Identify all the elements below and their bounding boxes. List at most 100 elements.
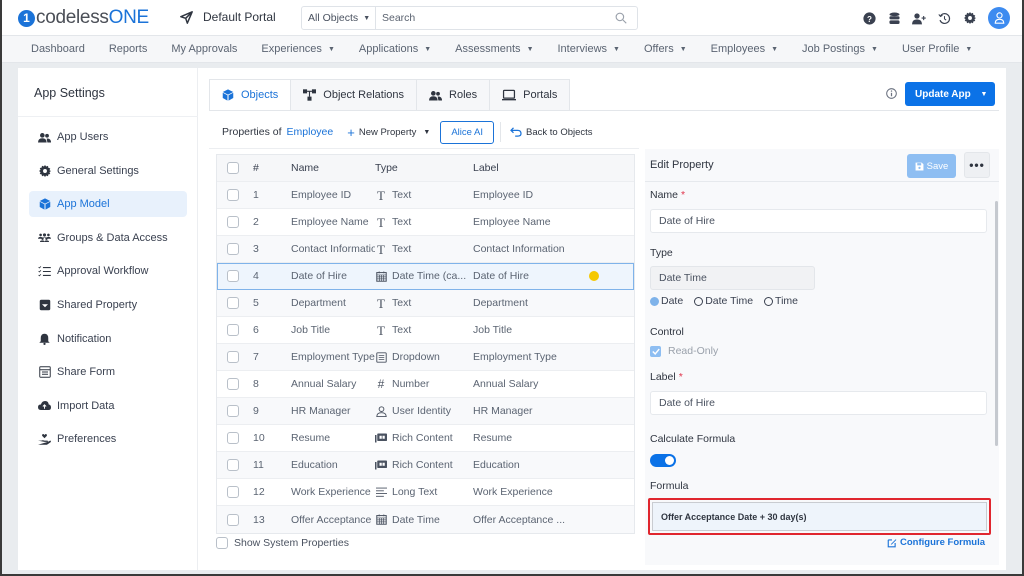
radio-button[interactable] [764,296,774,306]
tab-roles[interactable]: Roles [416,79,491,111]
row-type-label: Text [392,216,412,228]
row-checkbox[interactable] [227,378,239,390]
nav-item-my-approvals[interactable]: My Approvals [171,43,237,55]
row-checkbox[interactable] [227,513,239,526]
row-checkbox[interactable] [227,297,239,309]
gear-icon[interactable] [957,6,982,30]
row-checkbox[interactable] [227,216,239,228]
name-label-text: Name [650,189,679,201]
search-scope-dropdown[interactable]: All Objects ▼ [302,7,376,29]
sidebar-item-share-form[interactable]: Share Form [29,359,187,385]
portal-selector[interactable]: Default Portal [180,10,276,24]
nav-item-applications[interactable]: Applications ▼ [359,43,431,55]
formula-field[interactable]: Offer Acceptance Date + 30 day(s) [652,502,987,531]
sidebar-item-shared-property[interactable]: Shared Property [29,292,187,318]
radio-time[interactable]: Time [764,295,798,307]
sidebar-item-app-users[interactable]: App Users [29,124,187,150]
save-button[interactable]: Save [907,154,956,178]
new-property-button[interactable]: + New Property ▼ [347,125,430,140]
radio-date-time[interactable]: Date Time [694,295,753,307]
nav-item-offers[interactable]: Offers ▼ [644,43,687,55]
nav-item-assessments[interactable]: Assessments ▼ [455,43,533,55]
row-type: T Text [375,297,473,310]
table-row[interactable]: 1 Employee ID T Text Employee ID [217,182,634,209]
update-app-button[interactable]: Update App ▼ [905,82,995,106]
radio-button[interactable] [694,296,704,306]
sidebar-item-general-settings[interactable]: General Settings [29,158,187,184]
help-icon[interactable]: ? [857,6,882,30]
gear-icon [38,164,51,177]
caret-down-icon[interactable]: ▼ [973,91,995,98]
object-name-link[interactable]: Employee [287,126,334,138]
table-row[interactable]: 11 Education Rich Content Education [217,452,634,479]
more-options-button[interactable]: ••• [964,152,990,178]
row-checkbox[interactable] [227,459,239,471]
row-number: 9 [253,405,259,417]
sidebar-item-groups-and-data-access[interactable]: Groups & Data Access [29,225,187,251]
label-input[interactable] [650,391,987,415]
column-header-name[interactable]: Name [277,162,375,174]
row-type-label: Date Time [392,513,440,526]
row-type-label: Rich Content [392,432,453,444]
tab-objects[interactable]: Objects [209,79,292,111]
info-icon[interactable] [886,88,897,99]
table-row[interactable]: 8 Annual Salary # Number Annual Salary [217,371,634,398]
configure-formula-link[interactable]: Configure Formula [887,537,985,548]
table-row[interactable]: 6 Job Title T Text Job Title [217,317,634,344]
table-row[interactable]: 12 Work Experience Long Text Work Experienc… [217,479,634,506]
nav-item-employees[interactable]: Employees ▼ [711,43,778,55]
row-checkbox[interactable] [227,405,239,417]
table-row[interactable]: 7 Employment Type Dropdown Employment Type [217,344,634,371]
nav-item-experiences[interactable]: Experiences ▼ [261,43,334,55]
sidebar-item-app-model[interactable]: App Model [29,191,187,218]
sidebar-item-notification[interactable]: Notification [29,326,187,352]
nav-item-interviews[interactable]: Interviews ▼ [558,43,620,55]
table-row[interactable]: 4 Date of Hire Date Time (ca... Date of Hir… [217,263,634,290]
row-label: HR Manager [473,405,533,417]
row-checkbox[interactable] [227,432,239,444]
nav-item-reports[interactable]: Reports [109,43,148,55]
row-checkbox[interactable] [227,270,239,282]
row-checkbox[interactable] [227,243,239,255]
name-input[interactable] [650,209,987,233]
caret-down-icon: ▼ [526,45,534,53]
table-row[interactable]: 2 Employee Name T Text Employee Name [217,209,634,236]
table-row[interactable]: 3 Contact Information T Text Contact Informa… [217,236,634,263]
show-system-properties-checkbox[interactable] [216,537,228,549]
logo[interactable]: 1 codelessONE [18,7,149,28]
row-type-label: Date Time (ca... [392,270,467,282]
sidebar-item-import-data[interactable]: Import Data [29,393,187,419]
sidebar-item-approval-workflow[interactable]: Approval Workflow [29,258,187,284]
history-icon[interactable] [932,6,957,30]
row-checkbox[interactable] [227,486,239,498]
nav-item-dashboard[interactable]: Dashboard [31,43,85,55]
avatar[interactable] [988,7,1010,29]
nav-item-user-profile[interactable]: User Profile ▼ [902,43,972,55]
table-row[interactable]: 9 HR Manager User Identity HR Manager [217,398,634,425]
show-system-properties[interactable]: Show System Properties [216,537,349,549]
radio-date[interactable]: Date [650,295,683,307]
calculate-formula-toggle[interactable] [650,454,676,467]
search-icon[interactable] [615,12,627,24]
column-header-type[interactable]: Type [375,162,473,174]
search-input[interactable] [376,7,615,29]
select-all-checkbox[interactable] [227,162,239,174]
nav-item-job-postings[interactable]: Job Postings ▼ [802,43,878,55]
row-checkbox[interactable] [227,324,239,336]
table-row[interactable]: 10 Resume Rich Content Resume [217,425,634,452]
row-checkbox[interactable] [227,351,239,363]
add-user-icon[interactable] [907,6,932,30]
radio-button[interactable] [650,296,659,306]
sidebar-item-preferences[interactable]: Preferences [29,426,187,452]
tab-portals[interactable]: Portals [489,79,571,111]
row-checkbox[interactable] [227,189,239,201]
tab-object-relations[interactable]: Object Relations [290,79,418,111]
database-icon[interactable] [882,6,907,30]
table-row[interactable]: 13 Offer Acceptance ... Date Time Offer Acc… [217,506,634,533]
scrollbar[interactable] [995,201,998,446]
table-row[interactable]: 5 Department T Text Department [217,290,634,317]
alice-ai-button[interactable]: Alice AI [440,120,495,144]
back-to-objects-button[interactable]: Back to Objects [510,127,593,138]
column-header-label[interactable]: Label [473,162,583,174]
read-only-checkbox[interactable]: Read-Only [650,345,718,357]
